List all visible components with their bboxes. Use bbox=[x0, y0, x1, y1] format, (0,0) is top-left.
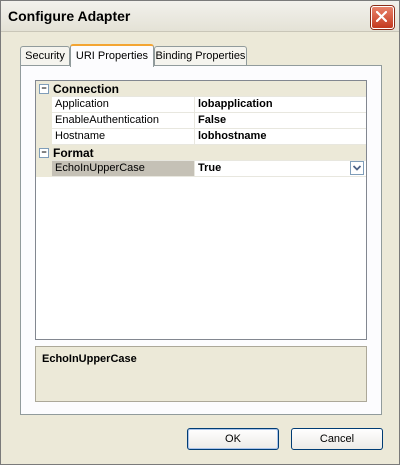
property-row-hostname[interactable]: Hostname lobhostname bbox=[36, 129, 366, 145]
ok-button[interactable]: OK bbox=[187, 428, 279, 450]
property-name: EchoInUpperCase bbox=[52, 161, 195, 176]
gutter bbox=[36, 97, 52, 113]
title-bar[interactable]: Configure Adapter bbox=[1, 1, 399, 32]
gutter bbox=[36, 161, 52, 177]
tab-binding-properties[interactable]: Binding Properties bbox=[154, 46, 247, 65]
description-title: EchoInUpperCase bbox=[42, 353, 137, 365]
gutter bbox=[36, 113, 52, 129]
close-icon bbox=[376, 11, 387, 22]
category-connection[interactable]: − Connection bbox=[36, 81, 366, 97]
chevron-down-icon bbox=[353, 165, 361, 171]
property-value[interactable]: True bbox=[195, 161, 346, 176]
category-format[interactable]: − Format bbox=[36, 145, 366, 161]
window-title: Configure Adapter bbox=[8, 8, 131, 24]
property-value[interactable]: lobhostname bbox=[195, 129, 348, 144]
description-pane: EchoInUpperCase bbox=[35, 346, 367, 402]
collapse-icon[interactable]: − bbox=[39, 148, 49, 158]
gutter bbox=[36, 129, 52, 145]
tab-security[interactable]: Security bbox=[20, 46, 70, 65]
category-label: Format bbox=[53, 146, 94, 160]
property-name: Application bbox=[52, 97, 195, 112]
property-value[interactable]: False bbox=[195, 113, 348, 128]
cancel-button[interactable]: Cancel bbox=[291, 428, 383, 450]
property-grid: − Connection Application lobapplication … bbox=[35, 80, 367, 340]
property-row-application[interactable]: Application lobapplication bbox=[36, 97, 366, 113]
close-button[interactable] bbox=[371, 6, 394, 29]
property-name: EnableAuthentication bbox=[52, 113, 195, 128]
tab-panel: − Connection Application lobapplication … bbox=[20, 65, 382, 415]
property-row-echoinuppercase[interactable]: EchoInUpperCase True bbox=[36, 161, 366, 177]
configure-adapter-dialog: Configure Adapter Security URI Propertie… bbox=[0, 0, 400, 465]
tab-uri-properties[interactable]: URI Properties bbox=[70, 44, 154, 67]
property-value[interactable]: lobapplication bbox=[195, 97, 348, 112]
collapse-icon[interactable]: − bbox=[39, 84, 49, 94]
category-label: Connection bbox=[53, 82, 119, 96]
property-name: Hostname bbox=[52, 129, 195, 144]
property-row-enableauthentication[interactable]: EnableAuthentication False bbox=[36, 113, 366, 129]
value-dropdown-button[interactable] bbox=[350, 161, 364, 175]
